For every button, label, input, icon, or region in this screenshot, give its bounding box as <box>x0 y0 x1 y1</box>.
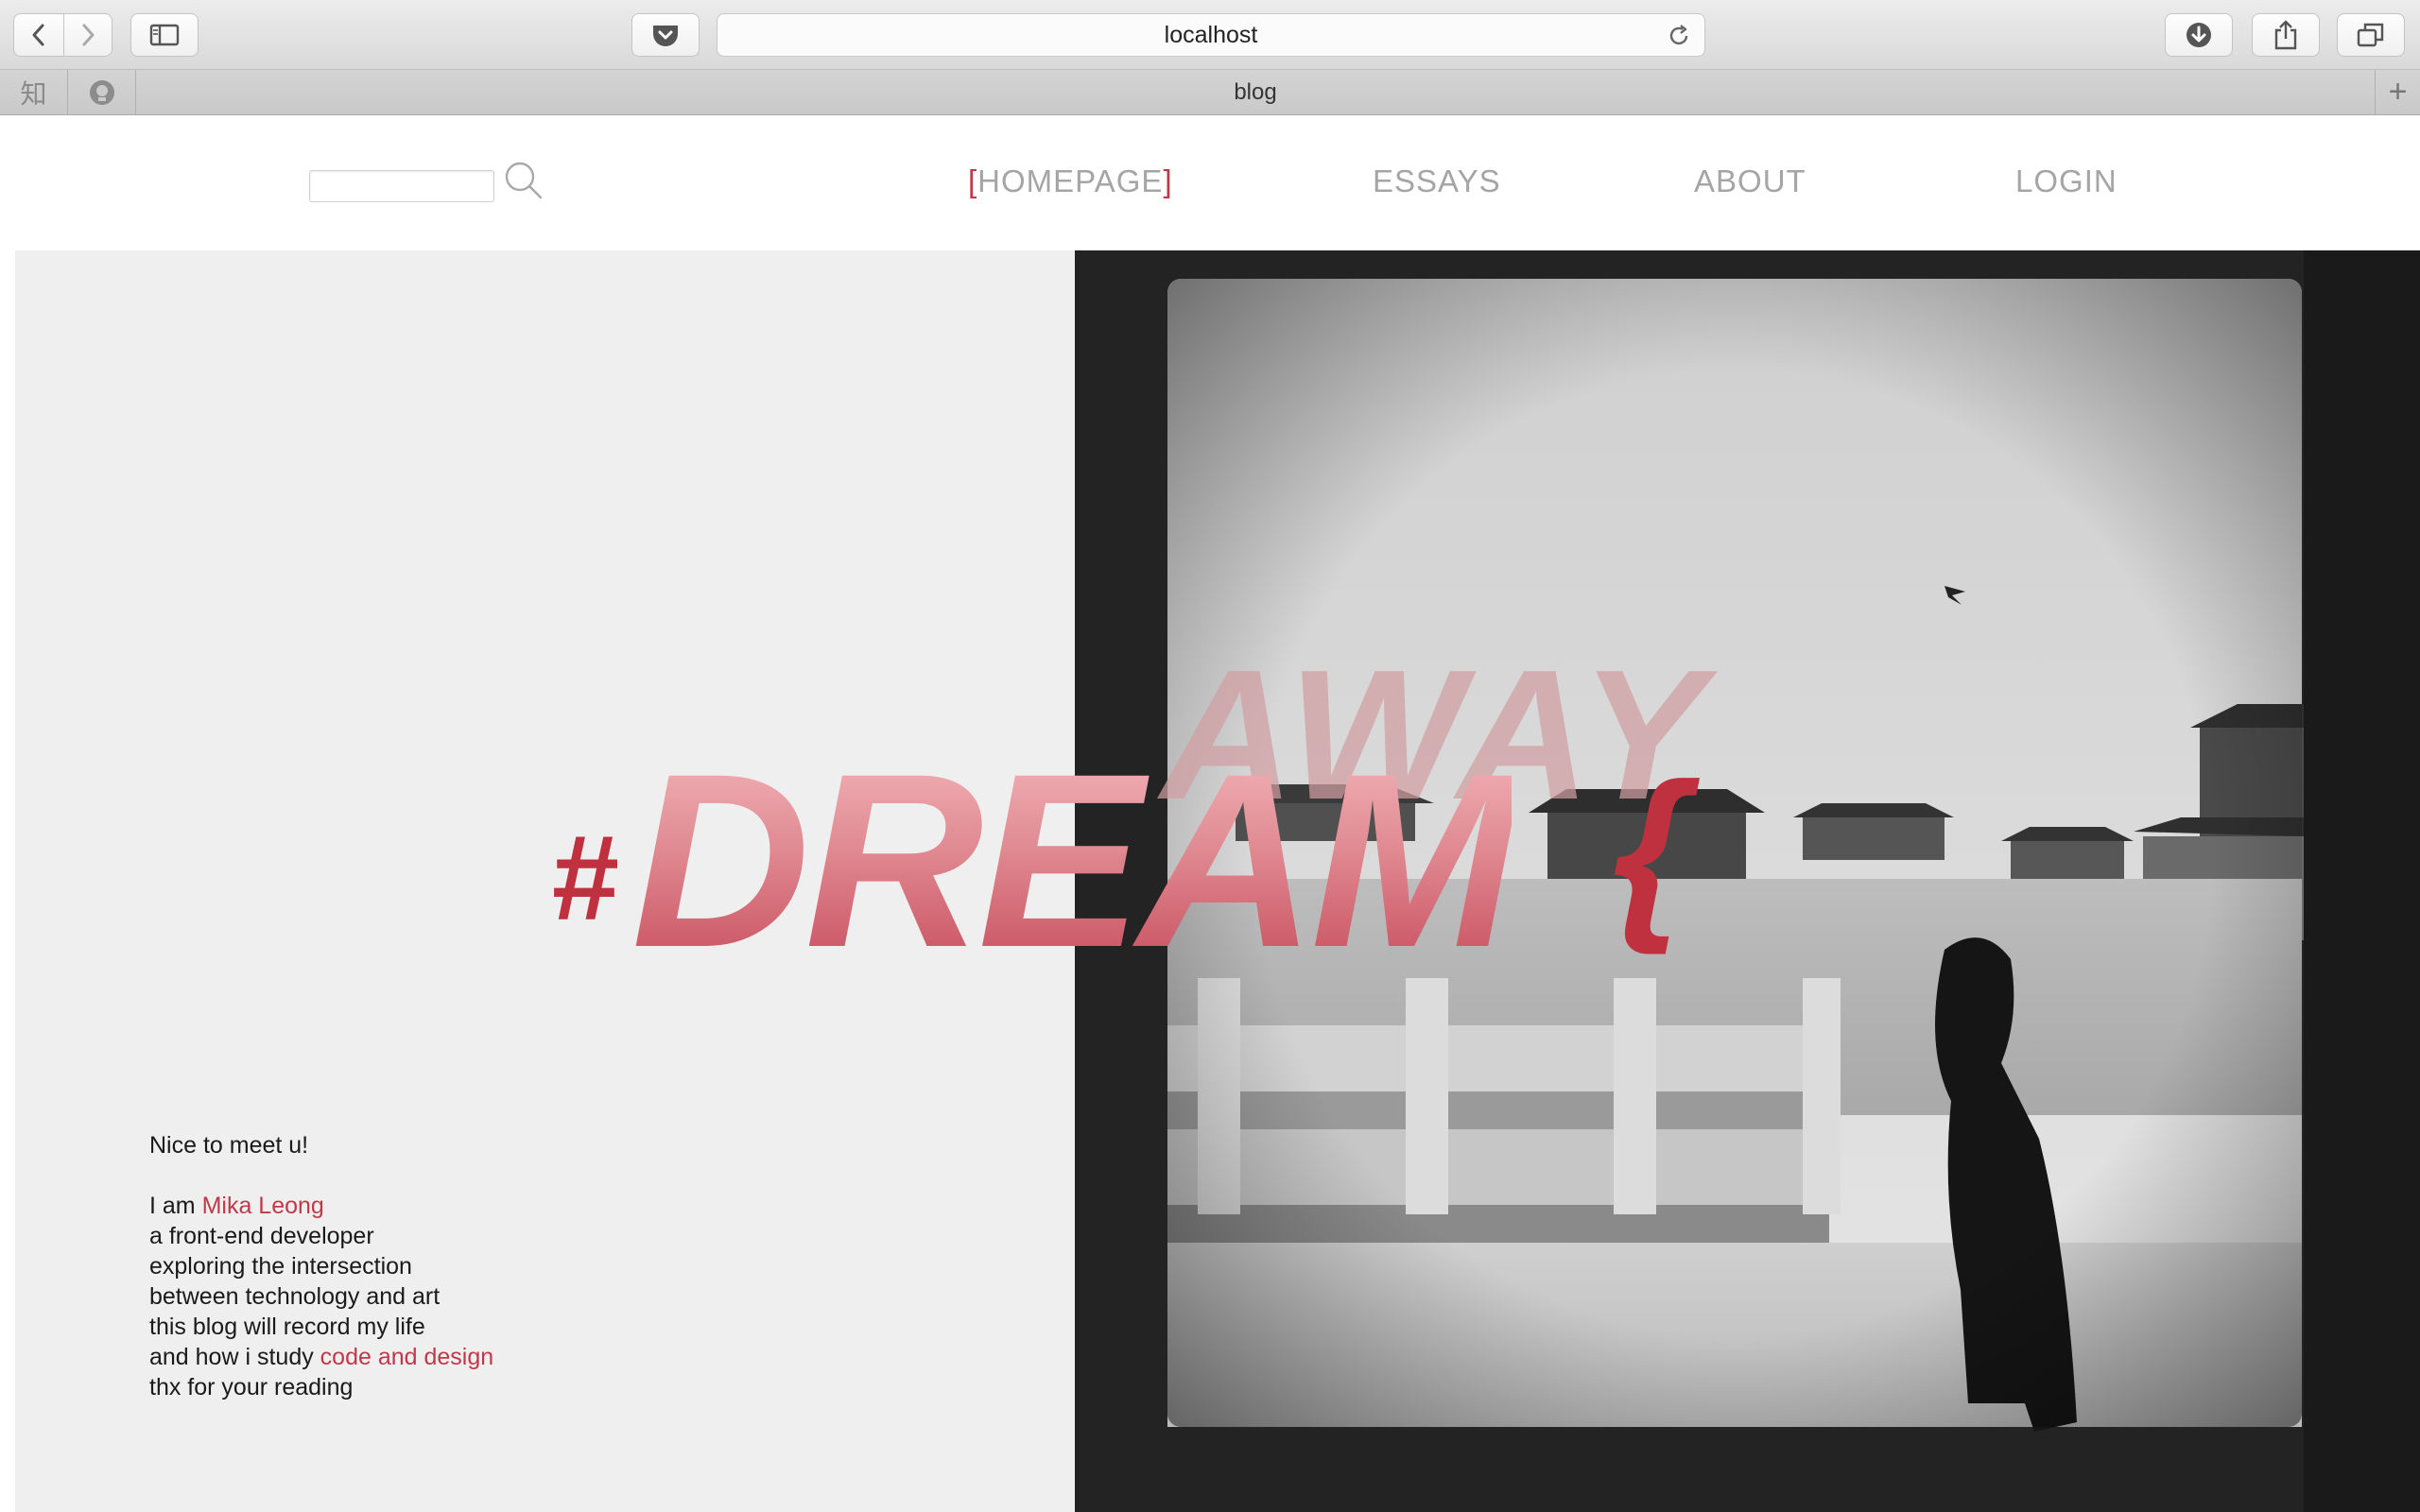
nav-bracket-close: ] <box>1163 163 1173 198</box>
search-icon[interactable] <box>503 160 544 201</box>
intro-line-3: between technology and art <box>149 1283 441 1310</box>
sidebar-toggle-button[interactable] <box>130 13 199 57</box>
nav-bracket-open: [ <box>968 163 978 198</box>
chevron-right-icon <box>82 24 95 46</box>
github-icon <box>89 79 114 105</box>
intro-line-6: thx for your reading <box>149 1374 354 1400</box>
chevron-left-icon <box>32 24 44 46</box>
intro-line-5: and how i study code and design <box>149 1342 493 1372</box>
intro-name-line: I am Mika Leong <box>149 1191 493 1221</box>
download-icon <box>2187 23 2211 47</box>
intro-line-2: exploring the intersection <box>149 1253 412 1280</box>
plus-icon: + <box>2388 74 2408 110</box>
new-tab-button[interactable]: + <box>2376 70 2420 114</box>
hero-hash: # <box>550 811 618 946</box>
intro-line-4: this blog will record my life <box>149 1314 425 1340</box>
nav-homepage-label: HOMEPAGE <box>977 163 1164 198</box>
tabs-icon <box>2357 23 2384 47</box>
back-button[interactable] <box>13 13 64 57</box>
pinned-tab-github[interactable] <box>68 70 136 114</box>
share-icon <box>2274 20 2297 50</box>
pocket-button[interactable] <box>631 13 700 57</box>
reload-icon[interactable] <box>1667 24 1691 48</box>
pinned-tab-zhihu[interactable]: 知 <box>0 70 68 114</box>
intro-text: Nice to meet u! I am Mika Leong a front-… <box>149 1130 493 1402</box>
nav-about[interactable]: ABOUT <box>1694 163 1806 199</box>
code-and-design-link[interactable]: code and design <box>320 1344 493 1370</box>
intro-greeting: Nice to meet u! <box>149 1132 309 1159</box>
downloads-button[interactable] <box>2165 13 2233 57</box>
browser-toolbar: localhost <box>0 0 2420 70</box>
tab-overview-button[interactable] <box>2337 13 2405 57</box>
nav-essays[interactable]: ESSAYS <box>1373 163 1501 199</box>
search-input[interactable] <box>309 170 494 202</box>
nav-homepage[interactable]: [HOMEPAGE] <box>968 163 1173 199</box>
site-header: [HOMEPAGE] ESSAYS ABOUT LOGIN <box>0 116 2420 250</box>
intro-iam: I am <box>149 1193 202 1219</box>
nav-login[interactable]: LOGIN <box>2015 163 2118 199</box>
url-text: localhost <box>1164 21 1258 48</box>
zhihu-icon: 知 <box>20 78 47 109</box>
tab-blog[interactable]: blog <box>135 70 2376 114</box>
tab-bar: 知 blog + <box>0 70 2420 115</box>
pocket-icon <box>653 26 678 46</box>
tab-title: blog <box>1234 78 1277 105</box>
intro-line-5-prefix: and how i study <box>149 1344 320 1370</box>
sidebar-icon <box>149 24 180 46</box>
share-button[interactable] <box>2252 13 2320 57</box>
author-name-link[interactable]: Mika Leong <box>202 1193 324 1219</box>
hero-dream-title: DREAM <box>631 722 1517 999</box>
intro-line-1: a front-end developer <box>149 1223 374 1249</box>
hero-brace: { <box>1613 745 1686 955</box>
forward-button[interactable] <box>63 13 112 57</box>
address-bar[interactable]: localhost <box>717 13 1705 57</box>
